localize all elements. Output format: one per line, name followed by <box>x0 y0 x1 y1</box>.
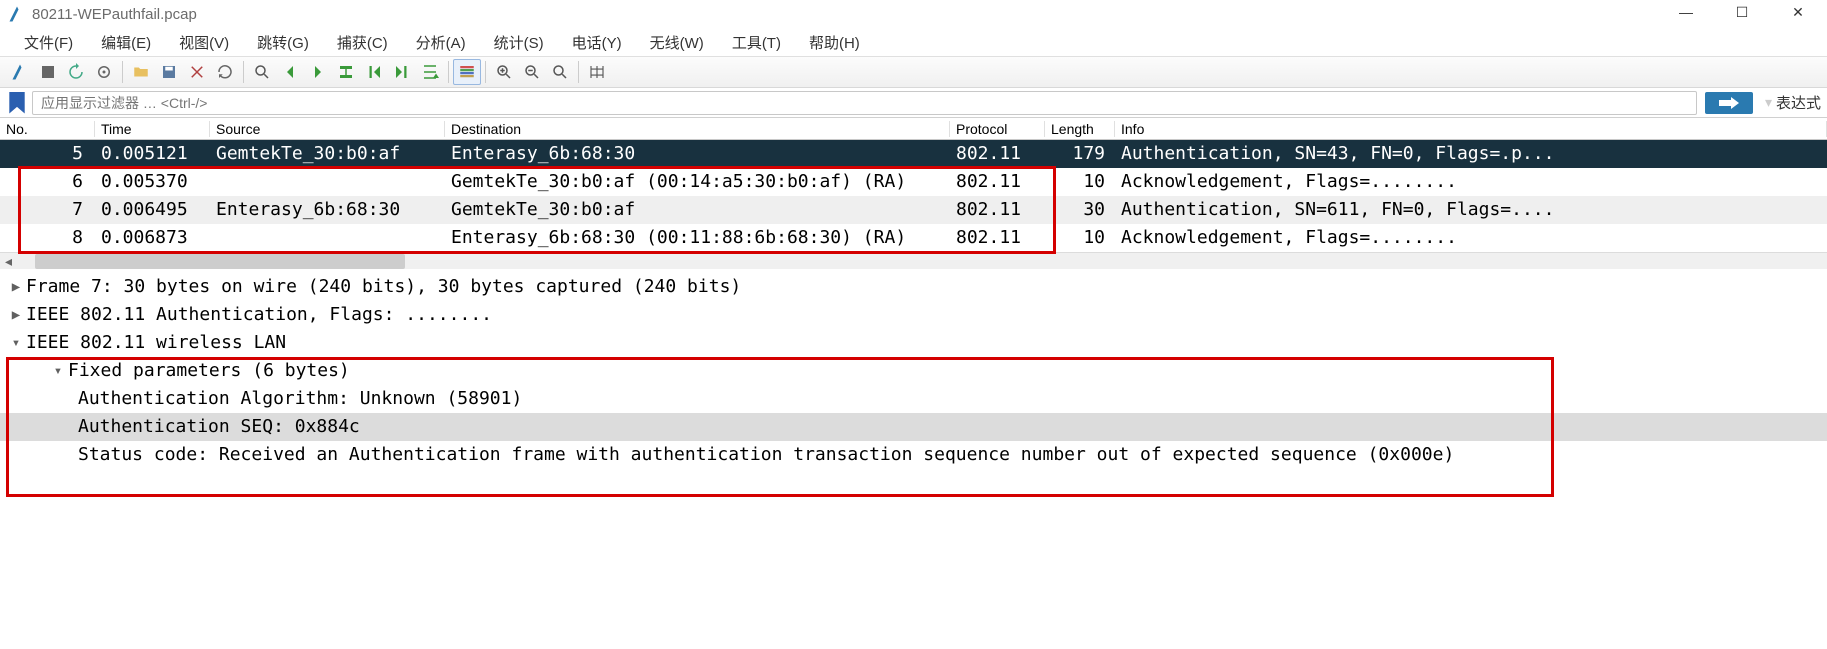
expand-icon[interactable]: ▶ <box>6 301 26 329</box>
packet-row[interactable]: 7 0.006495 Enterasy_6b:68:30 GemtekTe_30… <box>0 196 1827 224</box>
start-capture-button[interactable] <box>6 59 34 85</box>
reload-button[interactable] <box>211 59 239 85</box>
expression-button[interactable]: 表达式 <box>1776 92 1821 113</box>
column-header-info[interactable]: Info <box>1115 121 1827 137</box>
collapse-icon[interactable]: ▾ <box>6 329 26 357</box>
minimize-button[interactable]: — <box>1671 4 1701 21</box>
menu-view[interactable]: 视图(V) <box>165 29 243 56</box>
packet-row[interactable]: 5 0.005121 GemtekTe_30:b0:af Enterasy_6b… <box>0 140 1827 168</box>
zoom-in-button[interactable] <box>490 59 518 85</box>
zoom-out-button[interactable] <box>518 59 546 85</box>
column-header-len[interactable]: Length <box>1045 121 1115 137</box>
scroll-left-icon[interactable]: ◂ <box>0 253 17 270</box>
display-filter-input[interactable] <box>32 91 1697 115</box>
collapse-icon[interactable]: ▾ <box>48 357 68 385</box>
menu-go[interactable]: 跳转(G) <box>243 29 323 56</box>
column-header-dst[interactable]: Destination <box>445 121 950 137</box>
filter-bookmark-icon[interactable] <box>6 92 28 114</box>
find-packet-button[interactable] <box>248 59 276 85</box>
go-first-button[interactable] <box>360 59 388 85</box>
app-logo-icon <box>8 5 26 23</box>
tree-item-ieee-auth[interactable]: ▶ IEEE 802.11 Authentication, Flags: ...… <box>0 301 1827 329</box>
tree-item-fixed-params[interactable]: ▾ Fixed parameters (6 bytes) <box>0 357 1827 385</box>
menu-capture[interactable]: 捕获(C) <box>323 29 402 56</box>
menu-analyze[interactable]: 分析(A) <box>402 29 480 56</box>
menu-edit[interactable]: 编辑(E) <box>87 29 165 56</box>
packet-list-header: No. Time Source Destination Protocol Len… <box>0 118 1827 140</box>
zoom-reset-button[interactable] <box>546 59 574 85</box>
window-controls: — ☐ ✕ <box>1671 0 1827 21</box>
menu-telephony[interactable]: 电话(Y) <box>558 29 636 56</box>
open-file-button[interactable] <box>127 59 155 85</box>
column-header-proto[interactable]: Protocol <box>950 121 1045 137</box>
apply-filter-button[interactable] <box>1705 92 1753 114</box>
packet-details[interactable]: ▶ Frame 7: 30 bytes on wire (240 bits), … <box>0 269 1827 469</box>
menu-bar: 文件(F) 编辑(E) 视图(V) 跳转(G) 捕获(C) 分析(A) 统计(S… <box>0 28 1827 56</box>
tree-item-auth-seq[interactable]: Authentication SEQ: 0x884c <box>0 413 1827 441</box>
window-title: 80211-WEPauthfail.pcap <box>32 6 197 23</box>
packet-list-scrollbar[interactable]: ◂ <box>0 252 1827 269</box>
menu-file[interactable]: 文件(F) <box>10 29 87 56</box>
menu-wireless[interactable]: 无线(W) <box>636 29 718 56</box>
packet-row[interactable]: 6 0.005370 GemtekTe_30:b0:af (00:14:a5:3… <box>0 168 1827 196</box>
auto-scroll-button[interactable] <box>416 59 444 85</box>
menu-stats[interactable]: 统计(S) <box>480 29 558 56</box>
main-toolbar <box>0 56 1827 88</box>
scroll-thumb[interactable] <box>35 254 405 269</box>
expand-icon[interactable]: ▶ <box>6 273 26 301</box>
go-back-button[interactable] <box>276 59 304 85</box>
tree-item-auth-algo[interactable]: Authentication Algorithm: Unknown (58901… <box>0 385 1827 413</box>
close-button[interactable]: ✕ <box>1783 4 1813 21</box>
resize-columns-button[interactable] <box>583 59 611 85</box>
tree-item-status[interactable]: Status code: Received an Authentication … <box>0 441 1827 469</box>
restart-capture-button[interactable] <box>62 59 90 85</box>
packet-list[interactable]: 5 0.005121 GemtekTe_30:b0:af Enterasy_6b… <box>0 140 1827 252</box>
column-header-no[interactable]: No. <box>0 121 95 137</box>
column-header-src[interactable]: Source <box>210 121 445 137</box>
maximize-button[interactable]: ☐ <box>1727 4 1757 21</box>
packet-row[interactable]: 8 0.006873 Enterasy_6b:68:30 (00:11:88:6… <box>0 224 1827 252</box>
display-filter-bar: ▾ 表达式 <box>0 88 1827 118</box>
capture-options-button[interactable] <box>90 59 118 85</box>
title-bar: 80211-WEPauthfail.pcap — ☐ ✕ <box>0 0 1827 28</box>
tree-item-ieee-wlan[interactable]: ▾ IEEE 802.11 wireless LAN <box>0 329 1827 357</box>
tree-item-frame[interactable]: ▶ Frame 7: 30 bytes on wire (240 bits), … <box>0 273 1827 301</box>
go-last-button[interactable] <box>388 59 416 85</box>
column-header-time[interactable]: Time <box>95 121 210 137</box>
menu-help[interactable]: 帮助(H) <box>795 29 874 56</box>
close-file-button[interactable] <box>183 59 211 85</box>
menu-tools[interactable]: 工具(T) <box>718 29 795 56</box>
go-to-packet-button[interactable] <box>332 59 360 85</box>
go-forward-button[interactable] <box>304 59 332 85</box>
stop-capture-button[interactable] <box>34 59 62 85</box>
colorize-button[interactable] <box>453 59 481 85</box>
save-file-button[interactable] <box>155 59 183 85</box>
